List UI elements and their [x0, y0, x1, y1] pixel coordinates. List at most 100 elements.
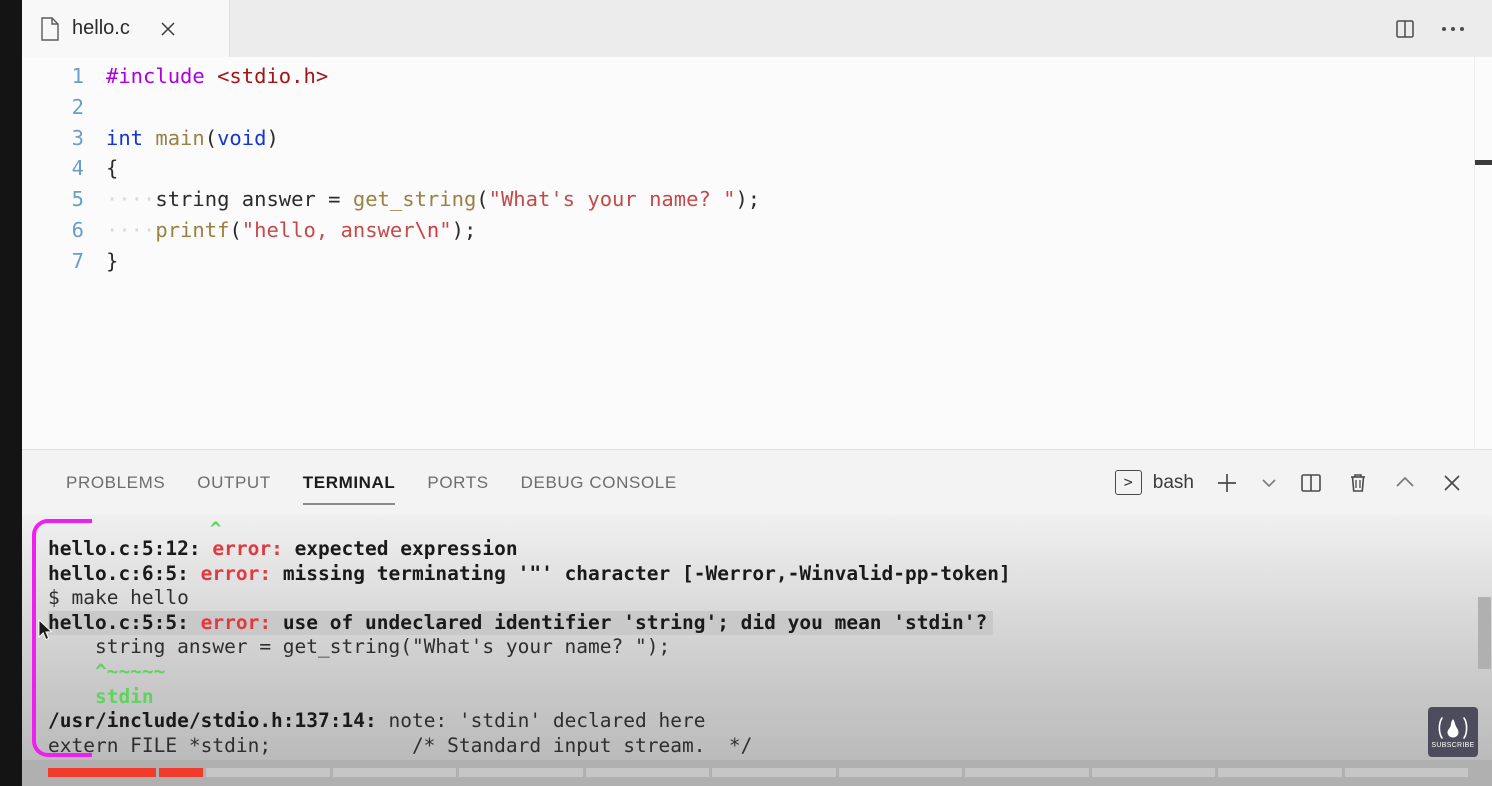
panel-tab-terminal[interactable]: TERMINAL — [287, 450, 412, 515]
code-token: " — [439, 217, 452, 242]
terminal-text: error: — [200, 610, 283, 634]
code-token: int — [106, 125, 144, 150]
trash-icon[interactable] — [1344, 469, 1372, 497]
line-number: 1 — [71, 64, 84, 88]
editor-tab-label: hello.c — [72, 17, 130, 39]
code-token: ( — [204, 125, 218, 150]
close-icon[interactable] — [156, 17, 180, 41]
terminal-line: string answer = get_string("What's your … — [48, 635, 1492, 660]
terminal-text: extern FILE *stdin; /* Standard input st… — [48, 733, 753, 757]
scroll-segment[interactable] — [332, 768, 456, 777]
code-token: #include — [106, 64, 205, 88]
code-line: 3 int main(void) — [22, 123, 1492, 154]
terminal-text: $ make hello — [48, 586, 189, 610]
bottom-panel: PROBLEMS OUTPUT TERMINAL PORTS DEBUG CONSOLE… — [22, 449, 1492, 786]
panel-actions: > bash — [1114, 469, 1492, 497]
line-number: 7 — [71, 248, 84, 273]
scroll-segment[interactable] — [48, 768, 156, 777]
indent-guide: ···· — [106, 217, 156, 242]
scroll-segment[interactable] — [1091, 768, 1215, 777]
vscode-window: hello.c 1 #include <stdio.h> 2 3 int main(vo… — [0, 0, 1492, 786]
line-text: int main(void) — [84, 123, 279, 154]
line-text: } — [84, 246, 118, 277]
panel-tab-problems[interactable]: PROBLEMS — [50, 450, 181, 515]
code-token: } — [106, 248, 119, 273]
line-number: 5 — [71, 187, 84, 212]
terminal-text: use of undeclared identifier 'string'; d… — [282, 610, 988, 634]
terminal-line: hello.c:6:5: error: missing terminating … — [48, 562, 1492, 587]
code-token: printf — [155, 217, 230, 242]
split-terminal-icon[interactable] — [1297, 469, 1325, 497]
subscribe-badge[interactable]: SUBSCRIBE — [1428, 707, 1478, 757]
panel-tab-debug-console[interactable]: DEBUG CONSOLE — [505, 450, 693, 515]
code-line: 2 — [22, 92, 1492, 123]
line-text: ····printf("hello, answer\n"); — [84, 215, 476, 246]
editor-overview-ruler[interactable] — [1474, 57, 1492, 449]
subscribe-label: SUBSCRIBE — [1431, 742, 1475, 749]
terminal-scrollbar[interactable] — [1476, 515, 1492, 786]
terminal-caret-top: ^ — [210, 518, 222, 540]
terminal-text: missing terminating '"' character [-Werr… — [282, 561, 1011, 585]
terminal-shell-chip[interactable]: > bash — [1114, 470, 1194, 495]
terminal-scrollbar-thumb[interactable] — [1478, 597, 1491, 669]
code-token: void — [217, 125, 267, 150]
close-panel-icon[interactable] — [1438, 469, 1466, 497]
terminal-line: hello.c:5:12: error: expected expression — [48, 537, 1492, 562]
terminal-text: error: — [200, 561, 283, 585]
scroll-segment[interactable] — [1218, 768, 1342, 777]
line-number: 4 — [71, 156, 84, 181]
terminal-line-wrap: hello.c:5:5: error: use of undeclared id… — [48, 610, 1492, 636]
code-token: string answer = — [155, 187, 353, 212]
scroll-segment[interactable] — [712, 768, 836, 777]
terminal-line: ^~~~~~ — [48, 660, 1492, 685]
code-line: 6 ····printf("hello, answer\n"); — [22, 215, 1492, 246]
terminal-lines: hello.c:5:12: error: expected expression… — [22, 515, 1492, 758]
scroll-segment[interactable] — [206, 768, 330, 777]
scroll-segment[interactable] — [965, 768, 1089, 777]
editor-tab-bar: hello.c — [22, 0, 1492, 57]
terminal-text: note: 'stdin' declared here — [388, 709, 706, 733]
terminal-prompt-icon: > — [1114, 470, 1142, 495]
terminal-text: error: — [212, 537, 295, 560]
scroll-segment[interactable] — [159, 768, 203, 777]
tab-bar-spacer — [230, 0, 1392, 57]
terminal-output[interactable]: ^ hello.c:5:12: error: expected expressi… — [22, 515, 1492, 786]
chevron-up-icon[interactable] — [1391, 469, 1419, 497]
flame-icon — [1437, 715, 1469, 741]
code-line: 7} — [22, 246, 1492, 277]
terminal-text: ^~~~~~ — [48, 659, 166, 683]
indent-guide: ···· — [106, 187, 156, 212]
line-text: { — [84, 153, 118, 184]
code-token: "hello, answer — [241, 217, 415, 242]
scroll-segment[interactable] — [1344, 768, 1468, 777]
horizontal-scroll-track — [48, 768, 1468, 777]
more-actions-icon[interactable] — [1440, 16, 1466, 42]
line-text: #include <stdio.h> — [84, 61, 328, 92]
terminal-text: /usr/include/stdio.h:137:14: — [48, 709, 389, 733]
terminal-line: stdin — [48, 685, 1492, 710]
scroll-segment[interactable] — [585, 768, 709, 777]
code-token: main — [155, 125, 205, 150]
panel-tab-output[interactable]: OUTPUT — [181, 450, 286, 515]
line-number: 2 — [71, 94, 84, 119]
terminal-horizontal-scrollbar[interactable] — [22, 760, 1492, 786]
overview-ruler-marker — [1475, 160, 1492, 165]
line-text: ····string answer = get_string("What's y… — [84, 184, 760, 215]
editor-tab-hello-c[interactable]: hello.c — [22, 0, 230, 57]
scroll-segment[interactable] — [838, 768, 962, 777]
split-editor-icon[interactable] — [1392, 16, 1418, 42]
panel-tab-list: PROBLEMS OUTPUT TERMINAL PORTS DEBUG CONSOLE — [50, 450, 693, 515]
new-terminal-icon[interactable] — [1213, 469, 1241, 497]
file-icon — [40, 16, 60, 41]
code-editor[interactable]: 1 #include <stdio.h> 2 3 int main(void) 4{5 ··… — [22, 57, 1492, 449]
scroll-segment[interactable] — [459, 768, 583, 777]
terminal-text: hello.c:5:5: — [48, 610, 201, 634]
code-token: get_string — [352, 187, 477, 212]
code-token: ( — [476, 187, 489, 212]
panel-tab-ports[interactable]: PORTS — [411, 450, 504, 515]
editor-toolbar-actions — [1392, 0, 1492, 57]
chevron-down-icon[interactable] — [1260, 469, 1278, 497]
terminal-text: string answer = get_string("What's your … — [48, 635, 671, 659]
code-line: 1 #include <stdio.h> — [22, 61, 1492, 92]
